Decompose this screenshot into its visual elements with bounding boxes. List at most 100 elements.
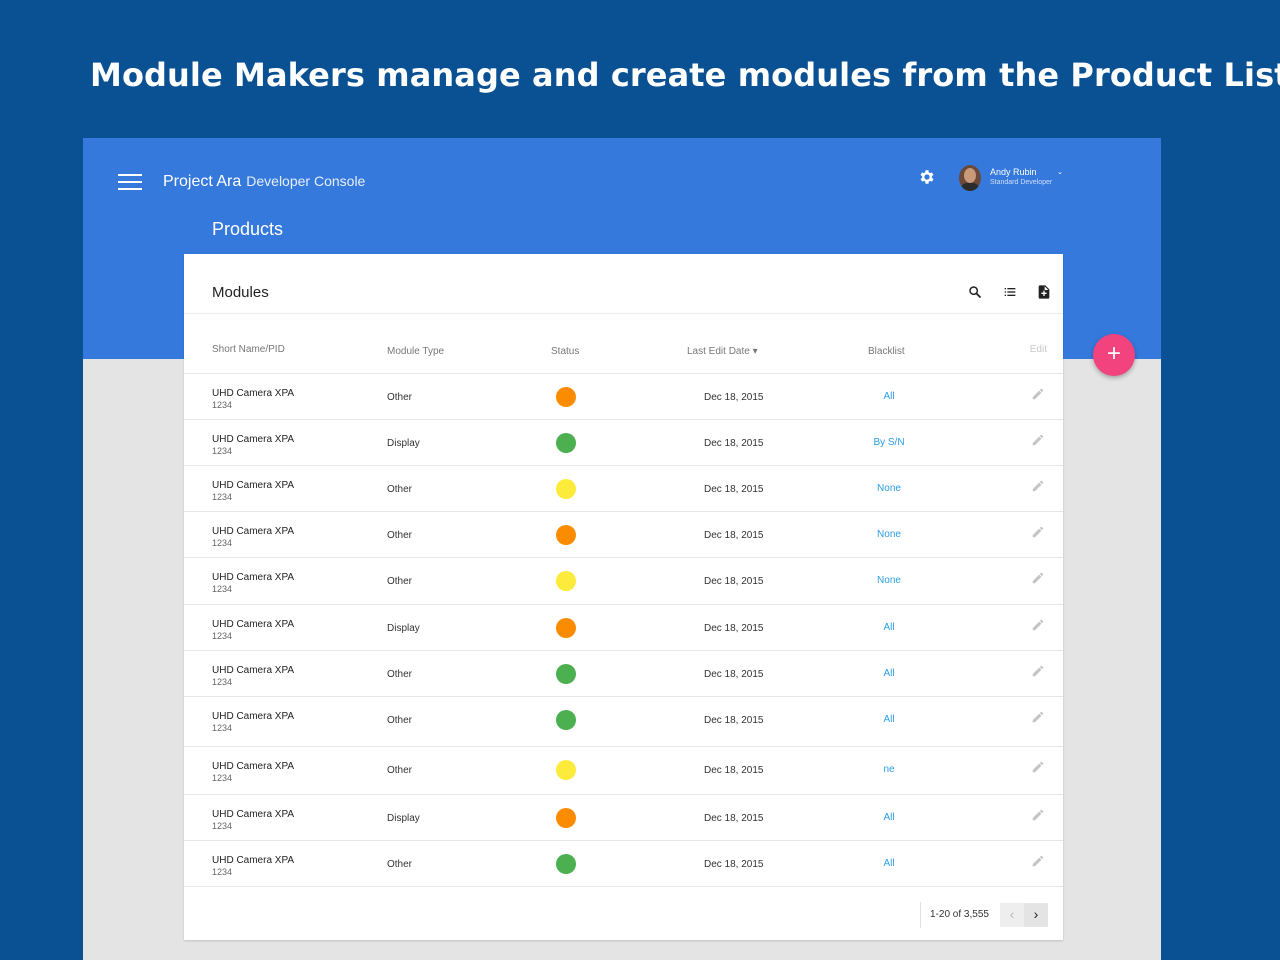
table-row[interactable]: UHD Camera XPA 1234 Display Dec 18, 2015 By … [184,420,1063,466]
pagination-range: 1-20 of 3,555 [930,909,989,920]
add-document-icon[interactable] [1036,284,1052,300]
module-type: Other [387,669,413,680]
module-name: UHD Camera XPA [212,480,295,491]
header-date-sort[interactable]: Last Edit Date ▾ [687,346,758,357]
pencil-icon[interactable] [1031,808,1045,822]
blacklist-link[interactable]: All [872,714,906,725]
module-name: UHD Camera XPA [212,809,295,820]
pencil-icon[interactable] [1031,571,1045,585]
pencil-icon[interactable] [1031,760,1045,774]
status-indicator [556,479,576,499]
last-edit-date: Dec 18, 2015 [704,484,764,495]
module-name: UHD Camera XPA [212,434,295,445]
module-type: Other [387,715,413,726]
blacklist-link[interactable]: ne [872,764,906,775]
blacklist-link[interactable]: None [872,483,906,494]
table-row[interactable]: UHD Camera XPA 1234 Other Dec 18, 2015 All [184,651,1063,697]
status-indicator [556,664,576,684]
card-title: Modules [212,284,269,301]
status-indicator [556,525,576,545]
headline: Module Makers manage and create modules … [90,56,1280,94]
last-edit-date: Dec 18, 2015 [704,813,764,824]
module-type: Other [387,484,413,495]
module-type: Display [387,438,420,449]
pencil-icon[interactable] [1031,525,1045,539]
module-pid: 1234 [212,538,233,548]
status-indicator [556,618,576,638]
module-name: UHD Camera XPA [212,665,295,676]
pencil-icon[interactable] [1031,618,1045,632]
brand-name: Project Ara [163,173,242,190]
blacklist-link[interactable]: All [872,668,906,679]
status-indicator [556,808,576,828]
module-name: UHD Camera XPA [212,855,295,866]
module-pid: 1234 [212,584,233,594]
status-indicator [556,854,576,874]
pencil-icon[interactable] [1031,387,1045,401]
header-blacklist: Blacklist [868,346,905,357]
last-edit-date: Dec 18, 2015 [704,669,764,680]
pencil-icon[interactable] [1031,710,1045,724]
blacklist-link[interactable]: None [872,575,906,586]
module-pid: 1234 [212,867,233,877]
brand: Project Ara Developer Console [163,173,365,191]
module-pid: 1234 [212,677,233,687]
table-row[interactable]: UHD Camera XPA 1234 Other Dec 18, 2015 None [184,558,1063,605]
add-module-fab[interactable]: + [1093,334,1135,376]
page-title: Products [212,219,284,239]
status-indicator [556,433,576,453]
blacklist-link[interactable]: None [872,529,906,540]
last-edit-date: Dec 18, 2015 [704,623,764,634]
table-header: Short Name/PID Module Type Status Last E… [184,314,1063,374]
last-edit-date: Dec 18, 2015 [704,859,764,870]
status-indicator [556,710,576,730]
module-type: Display [387,813,420,824]
table-row[interactable]: UHD Camera XPA 1234 Display Dec 18, 2015 All [184,605,1063,651]
last-edit-date: Dec 18, 2015 [704,715,764,726]
status-indicator [556,571,576,591]
header-name: Short Name/PID [212,344,285,355]
module-type: Display [387,623,420,634]
table-row[interactable]: UHD Camera XPA 1234 Other Dec 18, 2015 None [184,466,1063,512]
module-name: UHD Camera XPA [212,761,295,772]
search-icon[interactable] [967,284,983,300]
table-body: UHD Camera XPA 1234 Other Dec 18, 2015 All UH… [184,374,1063,887]
last-edit-date: Dec 18, 2015 [704,576,764,587]
module-type: Other [387,765,413,776]
table-row[interactable]: UHD Camera XPA 1234 Other Dec 18, 2015 All [184,697,1063,747]
divider [920,902,921,928]
blacklist-link[interactable]: All [872,858,906,869]
module-type: Other [387,859,413,870]
list-icon[interactable] [1002,284,1018,300]
blacklist-link[interactable]: All [872,622,906,633]
module-type: Other [387,530,413,541]
pencil-icon[interactable] [1031,854,1045,868]
table-row[interactable]: UHD Camera XPA 1234 Other Dec 18, 2015 ne [184,747,1063,795]
avatar [959,165,981,191]
pencil-icon[interactable] [1031,433,1045,447]
pencil-icon[interactable] [1031,479,1045,493]
gear-icon[interactable] [918,168,936,186]
chevron-left-icon[interactable]: ‹ [1000,903,1024,927]
table-row[interactable]: UHD Camera XPA 1234 Other Dec 18, 2015 All [184,841,1063,887]
blacklist-link[interactable]: All [872,812,906,823]
module-pid: 1234 [212,492,233,502]
module-pid: 1234 [212,631,233,641]
hamburger-icon[interactable] [118,174,142,192]
module-name: UHD Camera XPA [212,711,295,722]
brand-subtitle: Developer Console [246,173,366,189]
table-row[interactable]: UHD Camera XPA 1234 Display Dec 18, 2015 All [184,795,1063,841]
pencil-icon[interactable] [1031,664,1045,678]
chevron-right-icon[interactable]: › [1024,903,1048,927]
table-row[interactable]: UHD Camera XPA 1234 Other Dec 18, 2015 All [184,374,1063,420]
table-row[interactable]: UHD Camera XPA 1234 Other Dec 18, 2015 None [184,512,1063,558]
app-window: Project Ara Developer Console Andy Rubin … [83,138,1161,960]
module-name: UHD Camera XPA [212,526,295,537]
blacklist-link[interactable]: By S/N [872,437,906,448]
last-edit-date: Dec 18, 2015 [704,765,764,776]
modules-card: Modules Short Name/PID Module Type Statu… [184,254,1063,940]
module-type: Other [387,576,413,587]
blacklist-link[interactable]: All [872,391,906,402]
user-menu[interactable]: Andy Rubin Standard Developer ⌄ [959,165,1069,191]
last-edit-date: Dec 18, 2015 [704,530,764,541]
